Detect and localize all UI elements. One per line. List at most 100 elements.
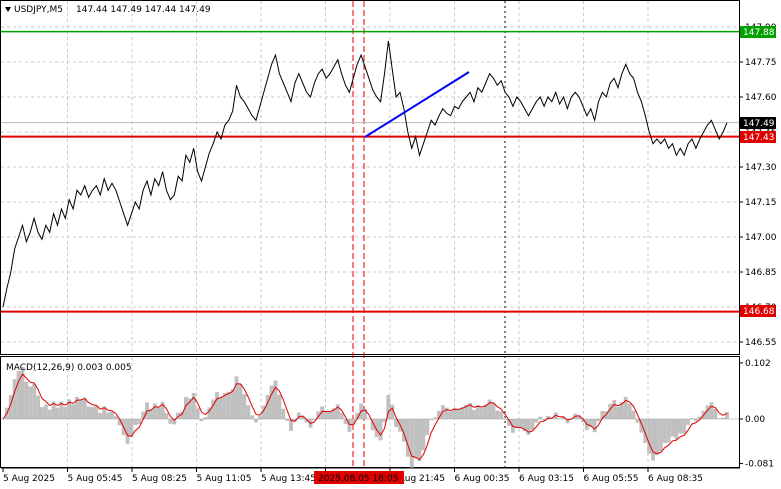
macd-histogram-bar: [635, 419, 640, 423]
macd-histogram-bar: [219, 396, 223, 419]
macd-histogram-bar: [242, 394, 247, 419]
macd-histogram-bar: [12, 379, 17, 419]
macd-histogram-bar: [378, 419, 383, 441]
chart-window: 147.90147.75147.60147.45147.30147.15147.…: [0, 0, 781, 489]
macd-histogram-bar: [137, 419, 142, 424]
macd-histogram-bar: [616, 406, 620, 419]
macd-histogram-bar: [386, 394, 391, 419]
time-tick-label: 5 Aug 2025: [3, 474, 55, 484]
macd-histogram-bar: [662, 419, 667, 444]
macd-histogram-bar: [448, 411, 453, 419]
macd-histogram-bar: [215, 392, 219, 419]
macd-histogram-bar: [277, 394, 282, 419]
macd-histogram-bar: [285, 419, 290, 421]
support-price-tag: 146.68: [740, 305, 776, 317]
macd-histogram-bar: [94, 406, 99, 419]
macd-histogram-bar: [98, 412, 103, 419]
macd-histogram-bar: [425, 419, 430, 435]
macd-histogram-bar: [86, 406, 91, 419]
price-axis: 147.90147.75147.60147.45147.30147.15147.…: [739, 23, 777, 348]
macd-tick-label: -0.081: [745, 460, 774, 470]
price-tick-label: 146.85: [745, 268, 777, 278]
current-price-tag: 147.49: [740, 117, 776, 129]
macd-histogram-bar: [238, 384, 243, 419]
current-price-label: 147.49: [743, 119, 775, 129]
crosshair-time-label: 2025.08.05 18:05: [318, 474, 398, 484]
macd-histogram-bar: [627, 403, 632, 419]
macd-histogram-bar: [156, 407, 161, 419]
time-tick-label: 6 Aug 03:15: [519, 474, 574, 484]
macd-histogram-bar: [63, 407, 68, 419]
macd-histogram-bar: [273, 380, 278, 419]
price-tick-label: 147.60: [745, 93, 777, 103]
macd-histogram-bar: [456, 409, 461, 419]
macd-indicator-label: MACD(12,26,9) 0.003 0.005: [6, 363, 132, 373]
macd-histogram-bar: [335, 404, 340, 419]
macd-histogram-bar: [195, 408, 200, 419]
macd-histogram-bar: [530, 419, 535, 431]
macd-histogram-bar: [518, 419, 523, 428]
macd-histogram-bar: [269, 385, 274, 419]
time-tick-label: 5 Aug 05:45: [68, 474, 123, 484]
macd-histogram-bar: [491, 403, 496, 419]
macd-histogram-bar: [324, 411, 328, 419]
crosshair-time-tag: 2025.08.05 18:05: [314, 471, 404, 484]
macd-histogram-bar: [164, 413, 169, 419]
macd-histogram-bar: [36, 395, 40, 419]
macd-histogram-bar: [631, 410, 636, 419]
macd-histogram-bar: [709, 402, 714, 419]
macd-histogram-bar: [40, 407, 44, 419]
macd-histogram-bar: [686, 419, 690, 425]
macd-histogram-bar: [479, 407, 484, 419]
macd-histogram-bar: [682, 419, 687, 434]
ohlc-values: 147.44 147.49 147.44 147.49: [76, 5, 211, 15]
macd-histogram-bar: [113, 416, 118, 419]
macd-histogram-bar: [725, 411, 729, 419]
support-price-label: 146.68: [743, 307, 775, 317]
time-tick-label: 6 Aug 05:55: [584, 474, 639, 484]
macd-histogram-bar: [612, 400, 617, 419]
macd-histogram-bar: [538, 416, 543, 419]
macd-tick-label: 0.102: [745, 359, 771, 369]
macd-axis: 0.102 0.00 -0.081: [739, 359, 774, 470]
price-pane[interactable]: [0, 0, 740, 355]
macd-histogram-bar: [417, 419, 422, 462]
macd-histogram-bar: [90, 407, 95, 419]
macd-histogram-bar: [133, 419, 138, 425]
price-tick-label: 147.15: [745, 198, 777, 208]
macd-histogram-bar: [421, 419, 426, 451]
macd-histogram-bar: [674, 419, 679, 440]
target-price-tag: 147.88: [740, 26, 776, 38]
macd-histogram-bar: [110, 411, 114, 419]
macd-histogram-bar: [413, 419, 418, 459]
macd-histogram-bar: [596, 419, 601, 422]
price-tick-label: 147.30: [745, 163, 777, 173]
macd-histogram-bar: [55, 407, 60, 419]
macd-histogram-bar: [655, 419, 659, 456]
macd-histogram-bar: [106, 412, 111, 419]
macd-histogram-bar: [592, 419, 597, 433]
macd-histogram-bar: [713, 408, 718, 419]
time-tick-label: 6 Aug 08:35: [648, 474, 703, 484]
macd-histogram-bar: [71, 404, 75, 419]
target-price-label: 147.88: [743, 28, 775, 38]
macd-histogram-bar: [24, 381, 29, 419]
macd-histogram-bar: [222, 392, 227, 419]
macd-histogram-bar: [405, 419, 410, 457]
macd-histogram-bar: [409, 419, 414, 468]
macd-histogram-bar: [203, 417, 208, 419]
macd-histogram-bar: [43, 404, 48, 419]
macd-histogram-bar: [258, 416, 262, 419]
macd-histogram-bar: [495, 410, 500, 419]
resistance-price-label: 147.43: [743, 133, 775, 143]
macd-histogram-bar: [152, 403, 157, 419]
macd-histogram-bar: [226, 391, 231, 419]
time-tick-label: 5 Aug 11:05: [197, 474, 252, 484]
macd-histogram-bar: [254, 419, 258, 423]
price-tick-label: 147.75: [745, 58, 777, 68]
macd-histogram-bar: [339, 413, 344, 419]
macd-histogram-bar: [230, 389, 235, 419]
macd-histogram-bar: [78, 399, 83, 419]
symbol-header[interactable]: USDJPY,M5 147.44 147.49 147.44 147.49: [5, 5, 211, 15]
resistance-price-tag: 147.43: [740, 131, 776, 143]
